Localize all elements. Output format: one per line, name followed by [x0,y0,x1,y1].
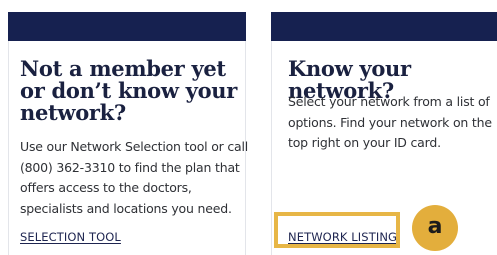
know-network-card: Know your network? Select your network f… [271,12,497,255]
card-title: Not a member yet or don’t know your netw… [20,56,238,125]
network-listing-link[interactable]: NETWORK LISTING [288,230,397,244]
card-header-band [271,12,497,41]
member-network-card: Not a member yet or don’t know your netw… [8,12,248,255]
card-description: Use our Network Selection tool or call (… [20,139,249,216]
card-description: Select your network from a list of optio… [288,94,492,150]
card-header-band [8,12,246,41]
annotation-badge: a [412,205,458,251]
selection-tool-link[interactable]: SELECTION TOOL [20,230,121,244]
